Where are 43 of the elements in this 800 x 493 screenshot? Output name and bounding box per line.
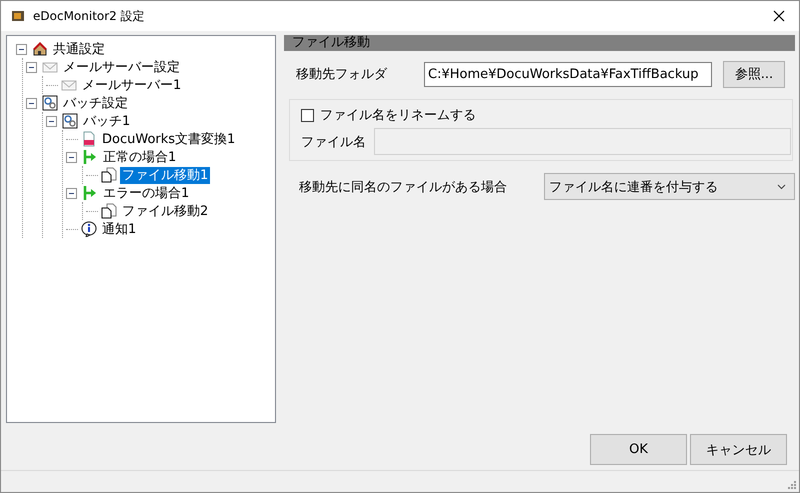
collapse-toggle[interactable] [16, 44, 27, 54]
tree-item[interactable]: ファイル移動2 [120, 202, 210, 220]
chevron-down-icon [777, 184, 786, 190]
app-icon [11, 9, 25, 23]
collapse-toggle[interactable] [66, 188, 77, 198]
collapse-toggle[interactable] [66, 152, 77, 162]
gears-icon [62, 113, 78, 129]
tree-item[interactable]: 正常の場合1 [101, 148, 178, 166]
field-label: ファイル名 [301, 134, 366, 150]
field-label: 移動先に同名のファイルがある場合 [299, 178, 508, 196]
collapse-toggle[interactable] [26, 98, 37, 108]
ok-button[interactable]: OK [590, 434, 687, 465]
info-icon [81, 221, 97, 237]
section-header: ファイル移動 [284, 35, 795, 51]
tree-item[interactable]: ファイル移動1 [120, 166, 210, 184]
tree-item[interactable]: メールサーバー設定 [61, 58, 182, 76]
tree-item[interactable]: DocuWorks文書変換1 [100, 130, 238, 148]
checkbox[interactable] [301, 108, 314, 122]
resize-grip-icon[interactable] [787, 480, 797, 490]
folder-field[interactable]: C:¥Home¥DocuWorksData¥FaxTiffBackup [424, 62, 712, 86]
document-icon [81, 131, 97, 147]
documents-icon [101, 203, 117, 219]
browse-button[interactable]: 参照... [723, 60, 785, 88]
tree-item[interactable]: 共通設定 [51, 40, 107, 58]
collapse-toggle[interactable] [46, 116, 57, 126]
checkbox-label: ファイル名をリネームする [320, 107, 476, 124]
dropdown-value: ファイル名に連番を付与する [549, 178, 718, 196]
branch-arrow-icon [82, 149, 98, 165]
tree-item[interactable]: エラーの場合1 [101, 184, 192, 202]
tree-item[interactable]: 通知1 [100, 220, 138, 238]
field-label: 移動先フォルダ [296, 66, 388, 83]
documents-icon [101, 167, 117, 183]
collapse-toggle[interactable] [26, 62, 37, 72]
tree-item[interactable]: バッチ設定 [61, 94, 130, 112]
cancel-button[interactable]: キャンセル [690, 434, 787, 465]
gears-icon [42, 95, 58, 111]
branch-arrow-icon [82, 185, 98, 201]
house-icon [32, 41, 48, 57]
dropdown[interactable]: ファイル名に連番を付与する [544, 173, 795, 200]
close-icon[interactable] [773, 10, 785, 22]
tree-item[interactable]: メールサーバー1 [80, 76, 184, 94]
window-title: eDocMonitor2 設定 [33, 8, 146, 24]
tree-item[interactable]: バッチ1 [81, 112, 132, 130]
